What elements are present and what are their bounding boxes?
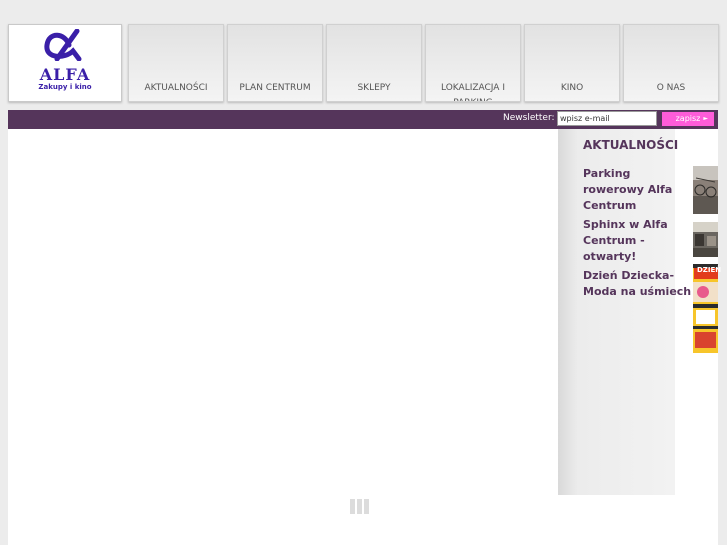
pager-dots[interactable]: [350, 499, 371, 518]
news-heading: AKTUALNOŚCI: [583, 138, 679, 152]
pager-dot[interactable]: [364, 499, 369, 514]
news-item-sphinx[interactable]: Sphinx w Alfa Centrum - otwarty!: [583, 217, 693, 265]
tab-o-nas[interactable]: O NAS: [623, 24, 719, 102]
submit-label: zapisz: [675, 114, 701, 123]
tab-aktualnosci[interactable]: AKTUALNOŚCI: [128, 24, 224, 102]
tab-label: AKTUALNOŚCI: [144, 83, 208, 93]
tab-label: O NAS: [656, 83, 686, 93]
pager-dot[interactable]: [357, 499, 362, 514]
bicycle-parking-thumbnail[interactable]: [693, 166, 718, 214]
tab-plan-centrum[interactable]: PLAN CENTRUM: [227, 24, 323, 102]
tab-label: SKLEPY: [357, 83, 391, 93]
main-content: [8, 129, 558, 495]
tab-sklepy[interactable]: SKLEPY: [326, 24, 422, 102]
tab-label: LOKALIZACJA I PARKING: [441, 83, 505, 101]
sphinx-restaurant-thumbnail[interactable]: [693, 222, 718, 257]
newsletter-submit-button[interactable]: zapisz ►: [662, 112, 714, 126]
alpha-logo-icon: [44, 29, 82, 61]
tab-lokalizacja[interactable]: LOKALIZACJA I PARKING: [425, 24, 521, 102]
logo-name: ALFA: [39, 65, 91, 84]
pager-dot[interactable]: [350, 499, 355, 514]
news-item-parking[interactable]: Parking rowerowy Alfa Centrum: [583, 166, 693, 214]
poster-label: DZIEŃ: [697, 266, 722, 274]
arrow-right-icon: ►: [703, 115, 708, 122]
logo[interactable]: ALFA Zakupy i kino: [8, 24, 122, 102]
newsletter-label: Newsletter:: [503, 113, 555, 123]
tab-kino[interactable]: KINO: [524, 24, 620, 102]
logo-tagline: Zakupy i kino: [38, 83, 92, 91]
tab-label: KINO: [560, 83, 584, 93]
newsletter-email-input[interactable]: [557, 111, 657, 126]
childrens-day-poster-thumbnail[interactable]: [693, 264, 718, 353]
tab-label: PLAN CENTRUM: [239, 83, 311, 93]
news-item-dzien-dziecka[interactable]: Dzień Dziecka- Moda na uśmiech: [583, 268, 693, 300]
